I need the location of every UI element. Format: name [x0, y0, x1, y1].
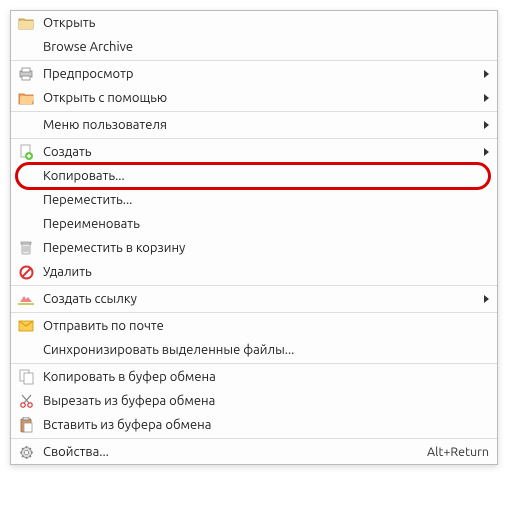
menu-item-create[interactable]: Создать — [11, 140, 497, 164]
submenu-arrow-icon — [484, 121, 489, 129]
menu-item-send-mail[interactable]: Отправить по почте — [11, 314, 497, 338]
folder-icon — [17, 14, 35, 32]
link-icon — [17, 290, 35, 308]
menu-item-preview[interactable]: Предпросмотр — [11, 62, 497, 86]
context-menu: Открыть Browse Archive Предпросмотр Откр… — [10, 10, 498, 465]
menu-item-sync-selected[interactable]: Синхронизировать выделенные файлы... — [11, 338, 497, 362]
document-new-icon — [17, 143, 35, 161]
menu-label: Предпросмотр — [43, 67, 476, 81]
separator — [11, 60, 497, 61]
menu-label: Переименовать — [43, 217, 489, 231]
menu-item-properties[interactable]: Свойства... Alt+Return — [11, 440, 497, 464]
menu-item-move[interactable]: Переместить... — [11, 188, 497, 212]
menu-item-rename[interactable]: Переименовать — [11, 212, 497, 236]
separator — [11, 438, 497, 439]
paste-icon — [17, 416, 35, 434]
menu-item-copy[interactable]: Копировать... — [11, 164, 497, 188]
menu-label: Переместить в корзину — [43, 241, 489, 255]
printer-icon — [17, 65, 35, 83]
menu-label: Создать — [43, 145, 476, 159]
blank-icon — [17, 116, 35, 134]
separator — [11, 363, 497, 364]
separator — [11, 111, 497, 112]
menu-item-trash[interactable]: Переместить в корзину — [11, 236, 497, 260]
folder-open-icon — [17, 89, 35, 107]
shortcut-label: Alt+Return — [427, 445, 489, 459]
menu-item-delete[interactable]: Удалить — [11, 260, 497, 284]
menu-label: Копировать... — [43, 169, 489, 183]
menu-label: Меню пользователя — [43, 118, 476, 132]
menu-label: Вставить из буфера обмена — [43, 418, 489, 432]
menu-item-paste-clipboard[interactable]: Вставить из буфера обмена — [11, 413, 497, 437]
blank-icon — [17, 215, 35, 233]
menu-item-open-with[interactable]: Открыть с помощью — [11, 86, 497, 110]
submenu-arrow-icon — [484, 148, 489, 156]
menu-label: Вырезать из буфера обмена — [43, 394, 489, 408]
menu-label: Browse Archive — [43, 40, 489, 54]
gear-icon — [17, 443, 35, 461]
menu-item-open[interactable]: Открыть — [11, 11, 497, 35]
submenu-arrow-icon — [484, 94, 489, 102]
menu-label: Переместить... — [43, 193, 489, 207]
menu-label: Открыть с помощью — [43, 91, 476, 105]
menu-item-copy-clipboard[interactable]: Копировать в буфер обмена — [11, 365, 497, 389]
delete-icon — [17, 263, 35, 281]
menu-label: Свойства... — [43, 445, 417, 459]
blank-icon — [17, 38, 35, 56]
menu-label: Отправить по почте — [43, 319, 489, 333]
blank-icon — [17, 167, 35, 185]
separator — [11, 312, 497, 313]
menu-item-browse-archive[interactable]: Browse Archive — [11, 35, 497, 59]
menu-label: Копировать в буфер обмена — [43, 370, 489, 384]
menu-label: Открыть — [43, 16, 489, 30]
menu-label: Синхронизировать выделенные файлы... — [43, 343, 489, 357]
separator — [11, 285, 497, 286]
separator — [11, 138, 497, 139]
blank-icon — [17, 341, 35, 359]
copy-icon — [17, 368, 35, 386]
menu-item-create-link[interactable]: Создать ссылку — [11, 287, 497, 311]
menu-label: Удалить — [43, 265, 489, 279]
mail-icon — [17, 317, 35, 335]
trash-icon — [17, 239, 35, 257]
menu-label: Создать ссылку — [43, 292, 476, 306]
submenu-arrow-icon — [484, 295, 489, 303]
submenu-arrow-icon — [484, 70, 489, 78]
menu-item-cut-clipboard[interactable]: Вырезать из буфера обмена — [11, 389, 497, 413]
scissors-icon — [17, 392, 35, 410]
menu-item-user-menu[interactable]: Меню пользователя — [11, 113, 497, 137]
blank-icon — [17, 191, 35, 209]
